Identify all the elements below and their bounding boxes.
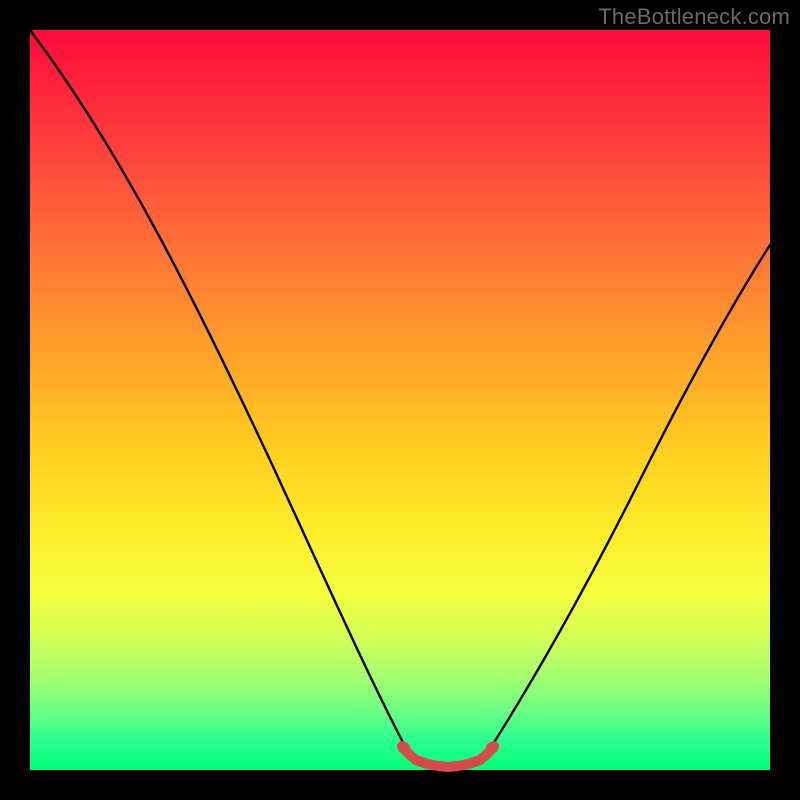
curve-right-branch [488,245,770,752]
optimal-segment-path [402,746,494,767]
optimal-segment-dot-left [398,742,410,754]
curve-left-branch [30,30,408,752]
chart-canvas: TheBottleneck.com [0,0,800,800]
optimal-segment-dot-right [486,742,498,754]
watermark-text: TheBottleneck.com [598,4,790,30]
bottleneck-curve-svg [30,30,770,770]
